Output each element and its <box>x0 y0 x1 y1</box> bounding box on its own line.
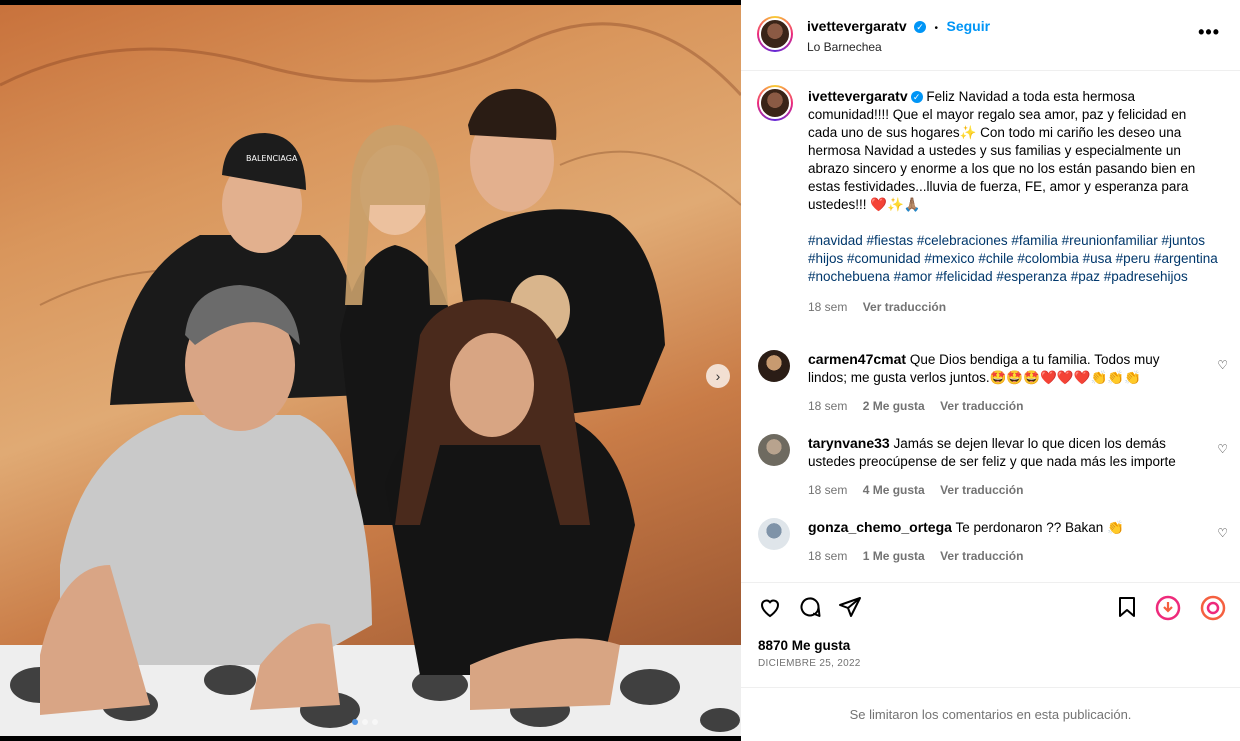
caption-meta: 18 sem Ver traducción <box>808 298 1218 316</box>
comment-translate-link[interactable]: Ver traducción <box>940 399 1023 413</box>
cap-text: BALENCIAGA <box>246 154 298 163</box>
comment-heart-icon[interactable]: ♡ <box>1217 442 1228 456</box>
share-icon[interactable] <box>837 595 863 621</box>
post-side-panel: ivettevergaratv ✓ • Seguir Lo Barnechea … <box>741 0 1240 741</box>
reel-icon[interactable] <box>1155 595 1181 621</box>
commenter-avatar[interactable] <box>758 518 790 550</box>
comment-likes[interactable]: 4 Me gusta <box>863 483 925 497</box>
comment-username[interactable]: gonza_chemo_ortega <box>808 519 952 535</box>
comment-username[interactable]: tarynvane33 <box>808 435 890 451</box>
comment-time: 18 sem <box>808 549 848 563</box>
comment-username[interactable]: carmen47cmat <box>808 351 906 367</box>
comment-meta: 18 sem 4 Me gusta Ver traducción <box>808 481 1198 499</box>
carousel-dots <box>352 719 378 725</box>
author-avatar[interactable] <box>757 16 793 52</box>
post-location[interactable]: Lo Barnechea <box>807 40 882 54</box>
comment-translate-link[interactable]: Ver traducción <box>940 483 1023 497</box>
author-username[interactable]: ivettevergaratv <box>807 18 907 34</box>
post-header: ivettevergaratv ✓ • Seguir Lo Barnechea … <box>741 0 1240 71</box>
author-line: ivettevergaratv ✓ • Seguir <box>807 18 990 36</box>
comment-body: gonza_chemo_ortega Te perdonaron ?? Baka… <box>808 518 1198 565</box>
comment-text: Te perdonaron ?? Bakan 👏 <box>955 520 1124 535</box>
comment-time: 18 sem <box>808 399 848 413</box>
comment-likes[interactable]: 1 Me gusta <box>863 549 925 563</box>
remix-icon[interactable] <box>1200 595 1226 621</box>
comment-body: carmen47cmat Que Dios bendiga a tu famil… <box>808 350 1198 415</box>
comment-likes[interactable]: 2 Me gusta <box>863 399 925 413</box>
carousel-dot <box>362 719 368 725</box>
carousel-dot <box>372 719 378 725</box>
caption-hashtags[interactable]: #navidad #fiestas #celebraciones #famili… <box>808 232 1218 286</box>
comment-meta: 18 sem 2 Me gusta Ver traducción <box>808 397 1198 415</box>
comment-time: 18 sem <box>808 483 848 497</box>
comments-section: ivettevergaratv ✓ Feliz Navidad a toda es… <box>741 70 1240 583</box>
caption-username[interactable]: ivettevergaratv <box>808 88 908 104</box>
comment-heart-icon[interactable]: ♡ <box>1217 526 1228 540</box>
post-photo[interactable]: BALENCIAGA › <box>0 5 741 736</box>
save-icon[interactable] <box>1114 595 1140 621</box>
caption-avatar[interactable] <box>757 85 793 121</box>
caption-translate-link[interactable]: Ver traducción <box>863 300 946 314</box>
caption-time: 18 sem <box>808 300 848 314</box>
commenter-avatar[interactable] <box>758 350 790 382</box>
likes-count[interactable]: 8870 Me gusta <box>758 638 850 653</box>
comment-heart-icon[interactable]: ♡ <box>1217 358 1228 372</box>
comments-limited-notice: Se limitaron los comentarios en esta pub… <box>849 707 1132 722</box>
verified-icon: ✓ <box>914 20 927 33</box>
comment-translate-link[interactable]: Ver traducción <box>940 549 1023 563</box>
verified-icon: ✓ <box>910 91 923 104</box>
heart-icon[interactable] <box>757 595 783 621</box>
carousel-dot <box>352 719 358 725</box>
caption-text: Feliz Navidad a toda esta hermosa comuni… <box>808 89 1196 212</box>
comment-body: tarynvane33 Jamás se dejen llevar lo que… <box>808 434 1198 499</box>
separator-dot: • <box>934 23 939 34</box>
comment-icon[interactable] <box>797 595 823 621</box>
next-arrow-icon[interactable]: › <box>706 364 730 388</box>
post-date: DICIEMBRE 25, 2022 <box>758 658 861 669</box>
commenter-avatar[interactable] <box>758 434 790 466</box>
family-photo-illustration: BALENCIAGA <box>0 22 741 736</box>
comment-meta: 18 sem 1 Me gusta Ver traducción <box>808 547 1198 565</box>
post-actions: 8870 Me gusta DICIEMBRE 25, 2022 <box>741 583 1240 688</box>
follow-button[interactable]: Seguir <box>947 18 991 34</box>
post-viewer: BALENCIAGA › ivettevergaratv ✓ • Seguir … <box>0 0 1240 741</box>
caption-block: ivettevergaratv ✓ Feliz Navidad a toda es… <box>808 87 1218 316</box>
more-options-icon[interactable]: ••• <box>1198 22 1220 43</box>
